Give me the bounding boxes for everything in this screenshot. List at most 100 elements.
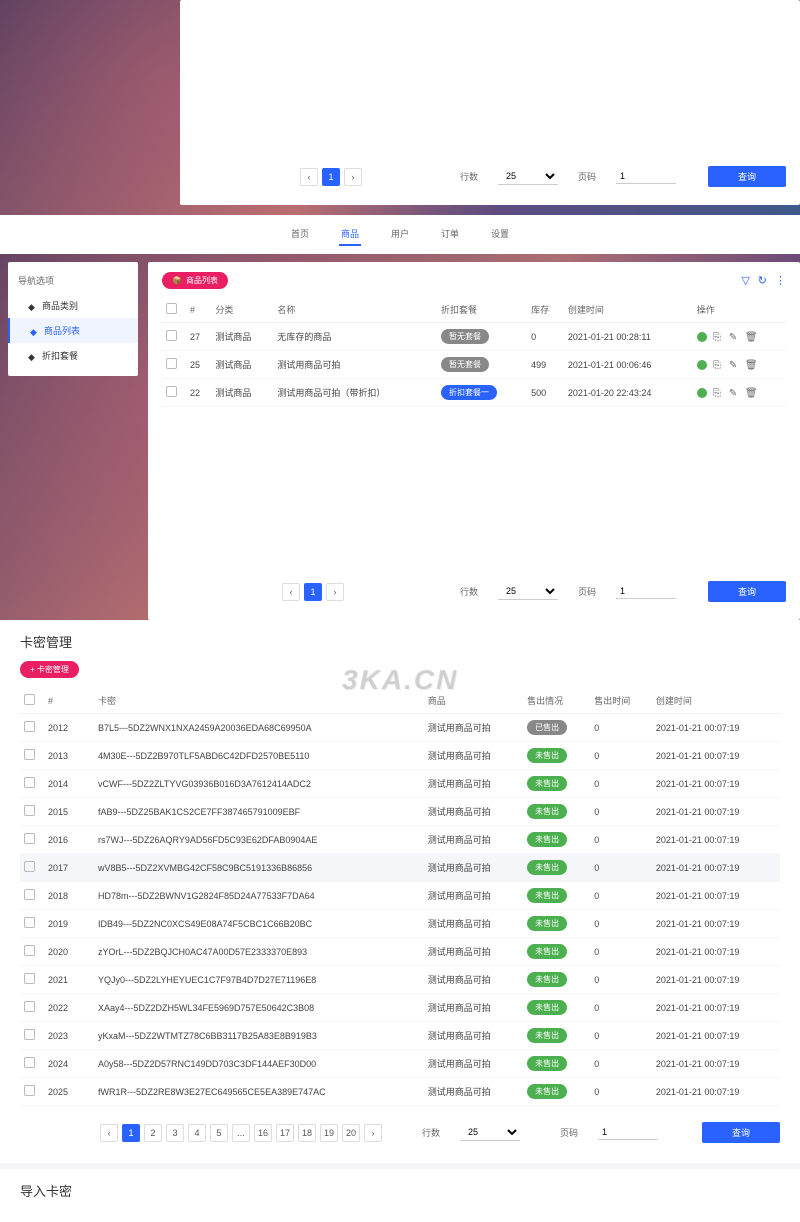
filter-icon[interactable]: ▽	[741, 274, 749, 287]
pager-page[interactable]: 3	[166, 1124, 184, 1142]
row-checkbox[interactable]	[24, 917, 35, 928]
select-all-checkbox[interactable]	[24, 694, 35, 705]
refresh-icon[interactable]: ↻	[758, 274, 767, 287]
status-pill: 未售出	[527, 748, 567, 763]
pager-page[interactable]: ›	[364, 1124, 382, 1142]
select-all-checkbox[interactable]	[166, 303, 177, 314]
row-checkbox[interactable]	[24, 1001, 35, 1012]
add-card-button[interactable]: + 卡密管理	[20, 661, 79, 678]
page-input[interactable]	[598, 1125, 658, 1140]
col-sold[interactable]: 售出时间	[590, 688, 652, 714]
pager-page[interactable]: 17	[276, 1124, 294, 1142]
col-created[interactable]: 创建时间	[564, 297, 693, 323]
page-label: 页码	[560, 1126, 578, 1139]
cell-created: 2021-01-20 22:43:24	[564, 379, 693, 407]
page-input[interactable]	[616, 169, 676, 184]
nav-tab-4[interactable]: 设置	[489, 223, 511, 246]
status-dot-icon[interactable]	[697, 360, 707, 370]
query-button[interactable]: 查询	[708, 166, 786, 187]
row-checkbox[interactable]	[24, 833, 35, 844]
add-product-button[interactable]: 📦商品列表	[162, 272, 228, 289]
pager-page[interactable]: ...	[232, 1124, 250, 1142]
status-dot-icon[interactable]	[697, 388, 707, 398]
cell-key: HD78m---5DZ2BWNV1G2824F85D24A77533F7DA64	[94, 882, 424, 910]
pager-page[interactable]: 2	[144, 1124, 162, 1142]
nav-tab-3[interactable]: 订单	[439, 223, 461, 246]
col-name[interactable]: 名称	[273, 297, 437, 323]
row-checkbox[interactable]	[166, 386, 177, 397]
cell-prod: 测试用商品可拍	[424, 938, 523, 966]
cell-name: 测试用商品可拍	[273, 351, 437, 379]
pager-page-1[interactable]: 1	[304, 583, 322, 601]
row-checkbox[interactable]	[166, 330, 177, 341]
pager-page[interactable]: 18	[298, 1124, 316, 1142]
query-button[interactable]: 查询	[702, 1122, 780, 1143]
row-checkbox[interactable]	[166, 358, 177, 369]
row-checkbox[interactable]	[24, 805, 35, 816]
pager-page[interactable]: 16	[254, 1124, 272, 1142]
sidebar-item-0[interactable]: ◆商品类别	[8, 293, 138, 318]
col-id[interactable]: #	[44, 688, 94, 714]
row-checkbox[interactable]	[24, 973, 35, 984]
pager-page-1[interactable]: 1	[322, 168, 340, 186]
copy-icon[interactable]: ⎘	[713, 360, 723, 370]
pager-page[interactable]: 1	[122, 1124, 140, 1142]
row-checkbox[interactable]	[24, 861, 35, 872]
section-cards: 卡密管理 3KA.CN + 卡密管理 # 卡密 商品 售出情况 售出时间 创建时…	[0, 620, 800, 1163]
edit-icon[interactable]: ✎	[729, 388, 739, 398]
col-cat[interactable]: 分类	[211, 297, 273, 323]
delete-icon[interactable]: 🗑	[745, 388, 755, 398]
status-dot-icon[interactable]	[697, 332, 707, 342]
sidebar-item-1[interactable]: ◆商品列表	[8, 318, 138, 343]
rows-select[interactable]: 25	[460, 1124, 520, 1141]
pager-page[interactable]: 19	[320, 1124, 338, 1142]
copy-icon[interactable]: ⎘	[713, 332, 723, 342]
row-checkbox[interactable]	[24, 1029, 35, 1040]
nav-tab-2[interactable]: 用户	[389, 223, 411, 246]
edit-icon[interactable]: ✎	[729, 332, 739, 342]
delete-icon[interactable]: 🗑	[745, 332, 755, 342]
cell-created: 2021-01-21 00:07:19	[652, 770, 780, 798]
more-icon[interactable]: ⋮	[775, 274, 786, 287]
query-button[interactable]: 查询	[708, 581, 786, 602]
col-stock[interactable]: 库存	[527, 297, 564, 323]
col-id[interactable]: #	[186, 297, 211, 323]
col-created[interactable]: 创建时间	[652, 688, 780, 714]
row-checkbox[interactable]	[24, 945, 35, 956]
row-checkbox[interactable]	[24, 1085, 35, 1096]
pager-next[interactable]: ›	[344, 168, 362, 186]
col-status[interactable]: 售出情况	[523, 688, 590, 714]
nav-tab-0[interactable]: 首页	[289, 223, 311, 246]
pager-prev[interactable]: ‹	[300, 168, 318, 186]
col-pkg[interactable]: 折扣套餐	[437, 297, 527, 323]
cell-created: 2021-01-21 00:07:19	[652, 1050, 780, 1078]
left-gap	[0, 0, 180, 215]
delete-icon[interactable]: 🗑	[745, 360, 755, 370]
cell-key: XAay4---5DZ2DZH5WL34FE5969D757E50642C3B0…	[94, 994, 424, 1022]
col-key[interactable]: 卡密	[94, 688, 424, 714]
cell-prod: 测试用商品可拍	[424, 770, 523, 798]
page-input[interactable]	[616, 584, 676, 599]
table-row: 2017wV8B5---5DZ2XVMBG42CF58C9BC5191336B8…	[20, 854, 780, 882]
pager-page[interactable]: 20	[342, 1124, 360, 1142]
rows-select[interactable]: 25	[498, 168, 558, 185]
pager-prev[interactable]: ‹	[282, 583, 300, 601]
row-checkbox[interactable]	[24, 777, 35, 788]
edit-icon[interactable]: ✎	[729, 360, 739, 370]
row-checkbox[interactable]	[24, 889, 35, 900]
pager-page[interactable]: 4	[188, 1124, 206, 1142]
pager-page[interactable]: 5	[210, 1124, 228, 1142]
row-checkbox[interactable]	[24, 721, 35, 732]
table-row: 2012B7L5---5DZ2WNX1NXA2459A20036EDA68C69…	[20, 714, 780, 742]
sidebar-item-2[interactable]: ◆折扣套餐	[8, 343, 138, 368]
rows-select[interactable]: 25	[498, 583, 558, 600]
copy-icon[interactable]: ⎘	[713, 388, 723, 398]
row-checkbox[interactable]	[24, 749, 35, 760]
cell-id: 2014	[44, 770, 94, 798]
row-checkbox[interactable]	[24, 1057, 35, 1068]
cell-stock: 499	[527, 351, 564, 379]
pager-page[interactable]: ‹	[100, 1124, 118, 1142]
nav-tab-1[interactable]: 商品	[339, 223, 361, 246]
pager-next[interactable]: ›	[326, 583, 344, 601]
col-prod[interactable]: 商品	[424, 688, 523, 714]
